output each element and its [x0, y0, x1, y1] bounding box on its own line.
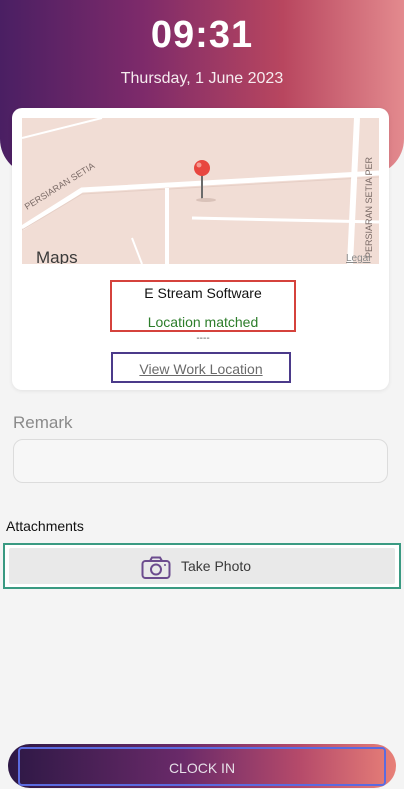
map-pin-icon [194, 160, 210, 176]
map-view[interactable]: PERSIARAN SETIA PERSIARAN SETIA PER Maps… [22, 118, 379, 264]
remark-input[interactable] [13, 439, 388, 483]
apple-maps-logo: Maps [36, 248, 78, 264]
clock-in-label[interactable]: CLOCK IN [8, 760, 396, 776]
street-label-2: PERSIARAN SETIA PER [364, 156, 374, 258]
take-photo-label[interactable]: Take Photo [181, 558, 251, 574]
attachments-label: Attachments [6, 518, 84, 534]
current-date: Thursday, 1 June 2023 [120, 70, 284, 87]
remark-label: Remark [13, 413, 73, 432]
map-streets: PERSIARAN SETIA PERSIARAN SETIA PER [22, 118, 379, 264]
current-time: 09:31 [150, 14, 254, 56]
location-card: PERSIARAN SETIA PERSIARAN SETIA PER Maps… [12, 108, 389, 390]
separator-dashes: ---- [196, 333, 210, 344]
company-name: E Stream Software [144, 285, 262, 301]
view-work-location-link[interactable]: View Work Location [111, 361, 291, 377]
camera-icon [141, 556, 171, 579]
location-status: Location matched [147, 314, 259, 330]
map-legal-link[interactable]: Legal [346, 253, 370, 264]
